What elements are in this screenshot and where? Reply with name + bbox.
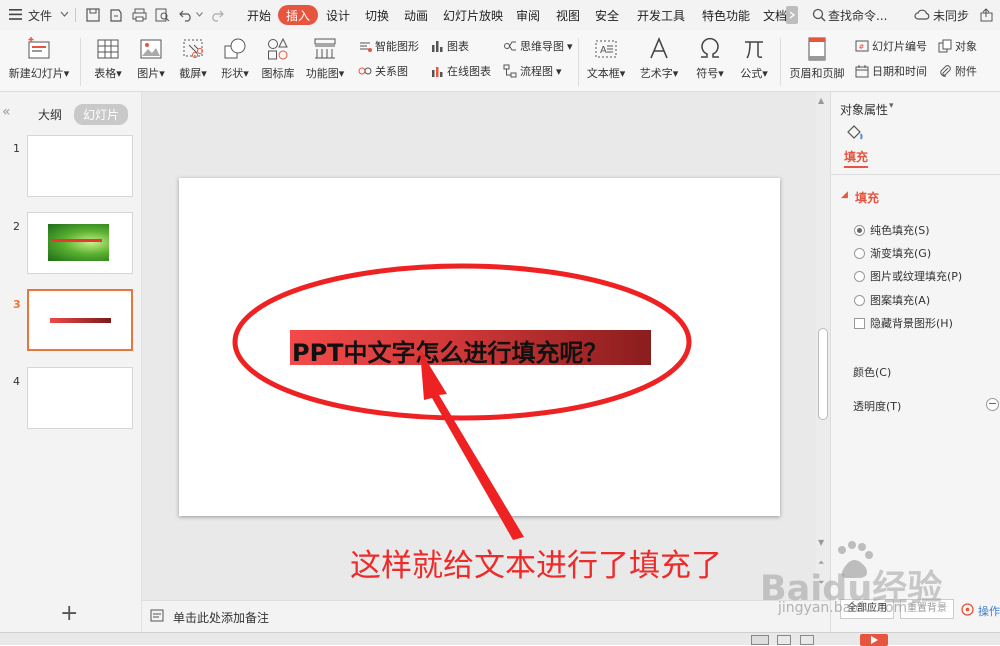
radio-solid-fill[interactable]: 纯色填充(S) <box>854 222 930 238</box>
radio-picture-texture-fill-circle[interactable] <box>854 270 865 282</box>
operation-link[interactable]: 操作 <box>978 603 1000 619</box>
tab-fill[interactable]: 填充 <box>844 148 868 165</box>
radio-gradient-fill-label: 渐变填充(G) <box>870 247 932 260</box>
tab-fill-underline <box>844 166 868 168</box>
transparency-decrease-button[interactable]: − <box>986 398 999 411</box>
panel-title[interactable]: 对象属性 <box>840 101 888 118</box>
hide-background-checkbox-box[interactable] <box>854 317 865 329</box>
play-slideshow-button[interactable] <box>860 634 888 646</box>
baidu-watermark-url: jingyan.baidu.com <box>778 600 908 616</box>
reading-view-icon[interactable] <box>800 635 814 645</box>
radio-solid-fill-circle[interactable] <box>854 224 865 236</box>
transparency-label: 透明度(T) <box>853 400 902 413</box>
operation-tips-icon[interactable] <box>961 603 974 616</box>
annotation-ellipse <box>232 263 692 421</box>
notes-bar[interactable]: 单击此处添加备注 <box>142 600 830 632</box>
slide-sorter-view-icon[interactable] <box>777 635 791 645</box>
hide-background-label: 隐藏背景图形(H) <box>870 317 953 330</box>
status-bar <box>0 632 1000 646</box>
panel-divider <box>831 174 1000 175</box>
radio-gradient-fill-circle[interactable] <box>854 247 865 259</box>
hide-background-checkbox[interactable]: 隐藏背景图形(H) <box>854 315 953 331</box>
section-collapse-icon[interactable]: ◢ <box>841 190 848 200</box>
radio-picture-texture-fill-label: 图片或纹理填充(P) <box>870 270 963 283</box>
radio-pattern-fill-label: 图案填充(A) <box>870 294 931 307</box>
notes-icon <box>150 609 164 623</box>
radio-gradient-fill[interactable]: 渐变填充(G) <box>854 245 931 261</box>
section-fill-title: 填充 <box>855 191 880 205</box>
annotation-caption: 这样就给文本进行了填充了 <box>350 548 722 584</box>
panel-title-dropdown-icon[interactable]: ▾ <box>889 101 894 111</box>
radio-pattern-fill[interactable]: 图案填充(A) <box>854 292 930 308</box>
radio-solid-fill-label: 纯色填充(S) <box>870 224 930 237</box>
normal-view-icon[interactable] <box>751 635 769 645</box>
color-label: 颜色(C) <box>853 366 892 379</box>
radio-pattern-fill-circle[interactable] <box>854 294 865 306</box>
fill-bucket-icon[interactable] <box>845 125 865 141</box>
radio-picture-texture-fill[interactable]: 图片或纹理填充(P) <box>854 268 962 284</box>
notes-placeholder[interactable]: 单击此处添加备注 <box>173 609 269 626</box>
annotation-arrow <box>420 350 524 540</box>
